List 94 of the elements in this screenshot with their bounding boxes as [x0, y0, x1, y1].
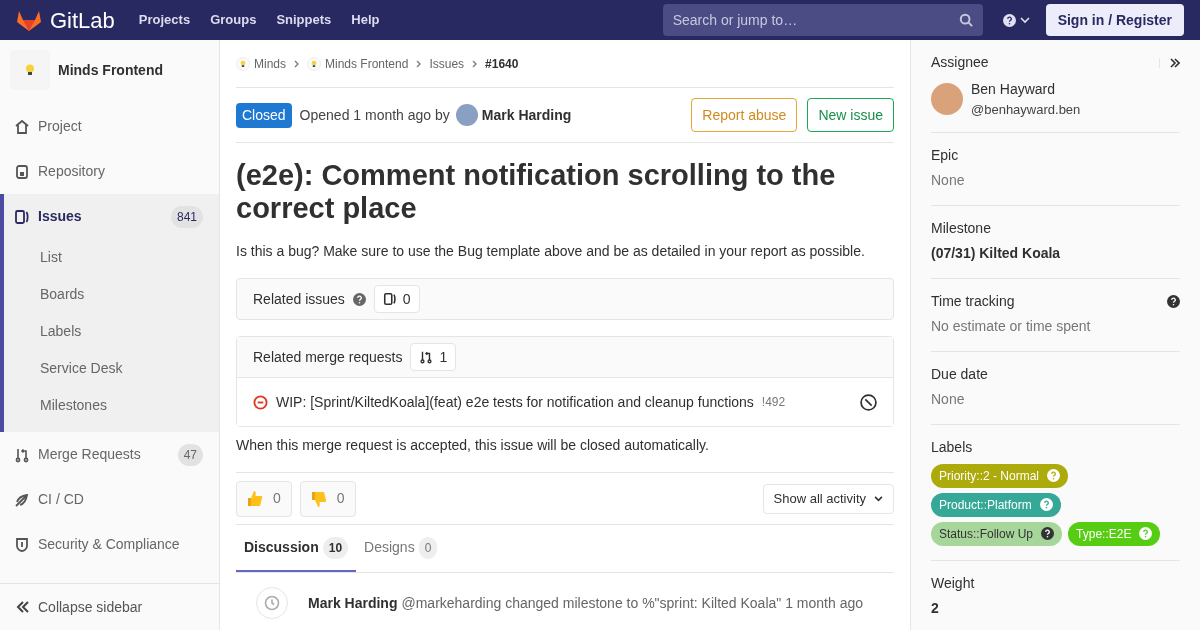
activity-text: @markeharding changed milestone to %"sprint: Kilted Koala" 1 month ago: [401, 593, 863, 613]
sidebar-subitem[interactable]: Milestones: [4, 387, 219, 424]
issue-title: (e2e): Comment notification scrolling to the correct place: [236, 159, 837, 225]
sidebar-subitem[interactable]: Labels: [4, 313, 219, 350]
document-icon: [14, 163, 30, 180]
home-icon: [14, 118, 30, 135]
assignee-avatar: [931, 83, 963, 116]
help-icon: [1041, 527, 1055, 540]
merge-request-link[interactable]: WIP: [Sprint/KiltedKoala](feat) e2e tests for notification and cleanup functions: [276, 391, 754, 413]
help-icon: [1167, 294, 1180, 308]
sidebar-item[interactable]: Repository: [4, 149, 219, 194]
search-icon: [958, 13, 973, 27]
closed-status-icon: [253, 394, 268, 410]
tab[interactable]: Designs 0: [356, 525, 446, 572]
thumbs-down-icon: [310, 489, 327, 508]
section-value: None: [931, 170, 966, 190]
panel-title: Related merge requests: [253, 347, 403, 367]
breadcrumb-link[interactable]: #1640: [485, 54, 519, 73]
section-heading: Epic: [931, 145, 959, 165]
chevron-down-icon: [874, 495, 883, 502]
group-avatar: [307, 56, 321, 71]
count-badge: 0: [373, 285, 420, 313]
count-badge: 841: [170, 205, 203, 228]
sidebar-subitem[interactable]: Boards: [4, 276, 219, 313]
issues-icon: [14, 208, 30, 225]
breadcrumb-link[interactable]: Issues: [429, 54, 465, 73]
group-avatar: [236, 56, 250, 71]
lightbulb-icon: [25, 64, 35, 76]
help-icon: [352, 292, 366, 306]
pipeline-canceled-icon: [860, 393, 877, 411]
breadcrumb-link[interactable]: Minds: [254, 54, 286, 73]
section-heading: Weight: [931, 573, 975, 593]
thumbs-up-icon: [247, 489, 263, 508]
clock-icon: [264, 595, 280, 611]
panel-title: Related issues: [253, 289, 345, 309]
author-link[interactable]: Mark Harding: [308, 592, 398, 614]
activity-filter-dropdown[interactable]: Show all activity: [762, 483, 894, 514]
thumbs-up-button[interactable]: 0: [236, 480, 292, 517]
sign-in-button[interactable]: Sign in / Register: [1045, 4, 1184, 36]
section-heading: Due date: [931, 364, 988, 384]
breadcrumb-link[interactable]: Minds Frontend: [325, 54, 409, 73]
help-icon: [1039, 498, 1053, 511]
logo-text: GitLab: [50, 6, 115, 35]
thumbs-down-button[interactable]: 0: [299, 480, 356, 517]
issues-icon: [382, 292, 397, 306]
sidebar-item[interactable]: Project: [4, 104, 219, 149]
assignee-name[interactable]: Ben Hayward: [971, 79, 1081, 100]
chevron-right-icon: [294, 59, 299, 68]
section-heading: Labels: [931, 437, 973, 457]
new-issue-button[interactable]: New issue: [807, 98, 894, 132]
assignee-handle: @benhayward.ben: [971, 101, 1081, 119]
section-heading: Time tracking: [931, 291, 1015, 311]
author-avatar: [455, 104, 478, 126]
issue-description: Is this a bug? Make sure to use the Bug template above and be as detailed in your report as possible.: [236, 242, 866, 261]
auto-close-note: When this merge request is accepted, this issue will be closed automatically.: [236, 435, 894, 473]
chevron-right-icon: [472, 59, 478, 68]
chevron-right-icon: [416, 59, 422, 68]
section-value: (07/31) Kilted Koala: [931, 243, 1062, 263]
nav-link[interactable]: Projects: [138, 10, 191, 30]
label-tag[interactable]: Status::Follow Up: [931, 521, 1063, 546]
help-icon: [1047, 469, 1060, 482]
sidebar-item[interactable]: Security & Compliance: [4, 522, 219, 567]
sidebar-item[interactable]: Issues 841: [4, 194, 219, 239]
project-name[interactable]: Minds Frontend: [58, 59, 163, 81]
sidebar-item[interactable]: Merge Requests 47: [4, 432, 219, 477]
merge-request-icon: [14, 446, 30, 463]
help-icon: [1002, 13, 1016, 27]
sidebar-subitem[interactable]: List: [4, 239, 219, 276]
search-field[interactable]: Search or jump to…: [662, 4, 983, 36]
author-link[interactable]: Mark Harding: [481, 104, 572, 126]
status-badge: Closed: [236, 102, 292, 128]
nav-link[interactable]: Groups: [210, 10, 257, 30]
sidebar-item[interactable]: CI / CD: [4, 477, 219, 522]
merge-request-ref: !492: [761, 394, 786, 411]
shield-icon: [14, 536, 30, 553]
section-value: No estimate or time spent: [931, 316, 1092, 336]
count-badge: 1: [410, 343, 457, 371]
count-badge: 47: [177, 443, 203, 466]
section-heading: Milestone: [931, 218, 991, 238]
section-heading: Assignee: [931, 53, 990, 72]
sidebar-subitem[interactable]: Service Desk: [4, 350, 219, 387]
nav-link[interactable]: Snippets: [276, 10, 332, 30]
tab[interactable]: Discussion 10: [236, 525, 357, 572]
collapse-button[interactable]: [1159, 57, 1180, 68]
section-value: None: [931, 389, 966, 409]
merge-request-icon: [419, 350, 434, 364]
nav-link[interactable]: Help: [351, 10, 380, 30]
help-icon: [1139, 527, 1153, 540]
rocket-icon: [14, 491, 30, 508]
section-value: 2: [931, 598, 940, 618]
double-chevron-right-icon: [1170, 57, 1180, 68]
chevron-down-icon: [1019, 16, 1030, 24]
double-chevron-left-icon: [16, 601, 30, 613]
opened-text: Opened 1 month ago by: [299, 105, 450, 125]
